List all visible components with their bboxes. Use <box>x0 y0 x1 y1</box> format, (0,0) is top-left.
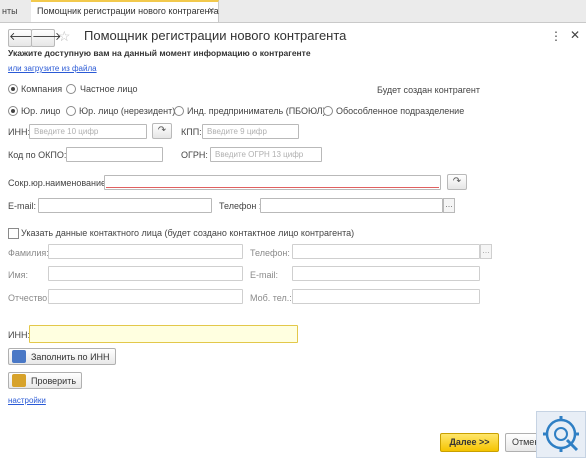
short-name-fill-button[interactable]: ↷ <box>447 174 467 190</box>
contact-surname-label: Фамилия: <box>8 248 49 258</box>
refresh-icon: ↷ <box>452 176 462 187</box>
radio-private-label: Частное лицо <box>80 84 138 94</box>
contact-mobile-label: Моб. тел.: <box>250 293 292 303</box>
inn-check-label: ИНН: <box>8 330 30 340</box>
phone-select-button[interactable]: ... <box>443 198 455 213</box>
tab-registration-assistant[interactable]: Помощник регистрации нового контрагента … <box>31 0 219 22</box>
next-button[interactable]: Далее >> <box>440 433 499 452</box>
phone-input[interactable] <box>260 198 443 213</box>
kpp-input[interactable]: Введите 9 цифр <box>202 124 299 139</box>
radio-legal-nonresident[interactable] <box>66 106 76 116</box>
radio-branch[interactable] <box>323 106 333 116</box>
fill-by-inn-label: Заполнить по ИНН <box>31 352 110 362</box>
instruction-text: Укажите доступную вам на данный момент и… <box>8 48 311 58</box>
inn-placeholder: Введите 10 цифр <box>34 127 99 136</box>
refresh-icon: ↷ <box>157 125 167 136</box>
forward-button[interactable]: 🡒 <box>31 29 62 47</box>
page-title: Помощник регистрации нового контрагента <box>84 28 347 43</box>
required-underline <box>106 187 439 188</box>
support-gear-icon <box>543 416 579 452</box>
tab-label: Помощник регистрации нового контрагента <box>37 6 219 16</box>
fill-by-inn-button[interactable]: Заполнить по ИНН <box>8 348 116 365</box>
contact-name-label: Имя: <box>8 270 29 280</box>
contact-email-input[interactable] <box>292 266 480 281</box>
inn-input[interactable]: Введите 10 цифр <box>29 124 147 139</box>
contact-patronymic-input[interactable] <box>48 289 243 304</box>
radio-legal-entity[interactable] <box>8 106 18 116</box>
ogrn-input[interactable]: Введите ОГРН 13 цифр <box>210 147 322 162</box>
tab-previous[interactable]: нты <box>0 0 33 22</box>
close-icon[interactable]: ✕ <box>570 28 580 42</box>
will-create-text: Будет создан контрагент <box>377 85 480 95</box>
contact-phone-label: Телефон: <box>250 248 290 258</box>
favorite-star-icon[interactable]: ☆ <box>58 28 71 45</box>
contact-mobile-input[interactable] <box>292 289 480 304</box>
kpp-placeholder: Введите 9 цифр <box>207 127 267 136</box>
back-button[interactable]: 🡐 <box>8 29 39 47</box>
email-label: E-mail: <box>8 201 37 211</box>
contact-patronymic-label: Отчество: <box>8 293 50 303</box>
inn-fill-button[interactable]: ↷ <box>152 123 172 139</box>
tab-close-icon[interactable]: × <box>208 5 214 17</box>
check-button[interactable]: Проверить <box>8 372 82 389</box>
load-from-file-link[interactable]: или загрузите из файла <box>8 64 97 73</box>
radio-company-label: Компания <box>21 84 63 94</box>
radio-legal-entity-label: Юр. лицо <box>21 106 61 116</box>
radio-entrepreneur[interactable] <box>174 106 184 116</box>
short-name-input[interactable] <box>104 175 441 190</box>
email-input[interactable] <box>38 198 212 213</box>
radio-private-person[interactable] <box>66 84 76 94</box>
okpo-input[interactable] <box>66 147 163 162</box>
chart-icon <box>12 374 26 387</box>
phone-label: Телефон : <box>219 201 262 211</box>
support-widget[interactable] <box>536 411 586 458</box>
contact-person-checkbox[interactable] <box>8 228 19 239</box>
contact-phone-select-button[interactable]: ... <box>480 244 492 259</box>
radio-entrepreneur-label: Инд. предприниматель (ПБОЮЛ) <box>187 106 326 116</box>
inn-check-input[interactable] <box>29 325 298 343</box>
settings-link[interactable]: настройки <box>8 396 46 405</box>
ogrn-label: ОГРН: <box>181 150 208 160</box>
kpp-label: КПП: <box>181 127 202 137</box>
inn-label: ИНН: <box>8 127 30 137</box>
contact-email-label: E-mail: <box>250 270 279 280</box>
radio-legal-nonresident-label: Юр. лицо (нерезидент) <box>79 106 176 116</box>
contact-surname-input[interactable] <box>48 244 243 259</box>
okpo-label: Код по ОКПО: <box>8 150 67 160</box>
radio-branch-label: Обособленное подразделение <box>336 106 465 116</box>
contact-person-label: Указать данные контактного лица (будет с… <box>21 228 355 238</box>
ogrn-placeholder: Введите ОГРН 13 цифр <box>215 150 304 159</box>
short-name-label: Сокр.юр.наименование: <box>8 178 109 188</box>
radio-company[interactable] <box>8 84 18 94</box>
contact-phone-input[interactable] <box>292 244 480 259</box>
more-menu-icon[interactable]: ⋮ <box>550 29 562 43</box>
check-label: Проверить <box>31 376 77 386</box>
contact-name-input[interactable] <box>48 266 243 281</box>
search-document-icon <box>12 350 26 363</box>
